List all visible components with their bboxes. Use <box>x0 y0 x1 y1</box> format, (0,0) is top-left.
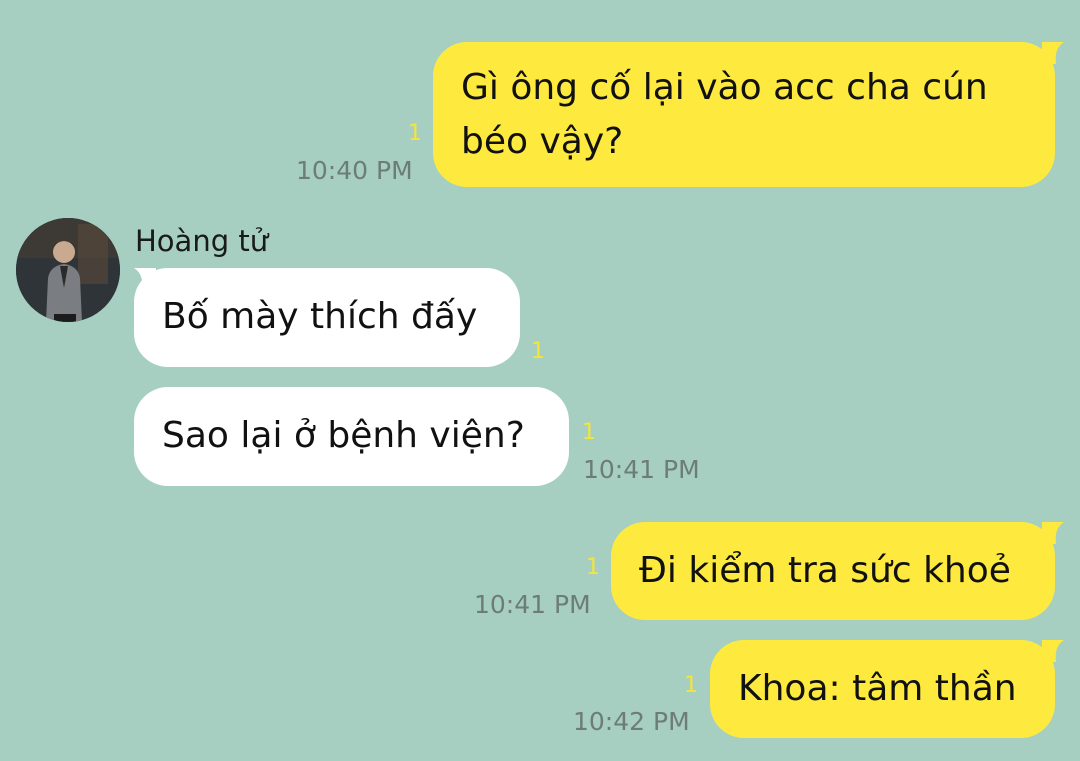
message-timestamp: 10:42 PM <box>573 707 690 736</box>
read-indicator: 1 <box>582 420 596 445</box>
contact-name: Hoàng tử <box>135 224 269 258</box>
message-timestamp: 10:40 PM <box>296 156 413 185</box>
message-text: Gì ông cố lại vào acc cha cún béo vậy? <box>461 67 988 162</box>
message-text: Khoa: tâm thần <box>738 668 1017 709</box>
message-text: Sao lại ở bệnh viện? <box>162 415 525 456</box>
read-indicator: 1 <box>531 339 545 364</box>
read-indicator: 1 <box>586 555 600 580</box>
message-text: Đi kiểm tra sức khoẻ <box>639 550 1011 591</box>
bubble-tail-icon <box>1042 640 1064 662</box>
outgoing-message-bubble[interactable]: Khoa: tâm thần <box>710 640 1055 738</box>
outgoing-message-bubble[interactable]: Đi kiểm tra sức khoẻ <box>611 522 1055 620</box>
message-timestamp: 10:41 PM <box>474 590 591 619</box>
read-indicator: 1 <box>684 673 698 698</box>
incoming-message-bubble[interactable]: Sao lại ở bệnh viện? <box>134 387 569 486</box>
contact-avatar[interactable] <box>16 218 120 322</box>
bubble-tail-icon <box>1042 522 1064 544</box>
bubble-tail-icon <box>1042 42 1064 64</box>
message-timestamp: 10:41 PM <box>583 455 700 484</box>
chat-view[interactable]: 1 10:40 PM Gì ông cố lại vào acc cha cún… <box>0 0 1080 761</box>
incoming-message-bubble[interactable]: Bố mày thích đấy <box>134 268 520 367</box>
read-indicator: 1 <box>408 121 422 146</box>
outgoing-message-bubble[interactable]: Gì ông cố lại vào acc cha cún béo vậy? <box>433 42 1055 187</box>
message-text: Bố mày thích đấy <box>162 296 478 337</box>
